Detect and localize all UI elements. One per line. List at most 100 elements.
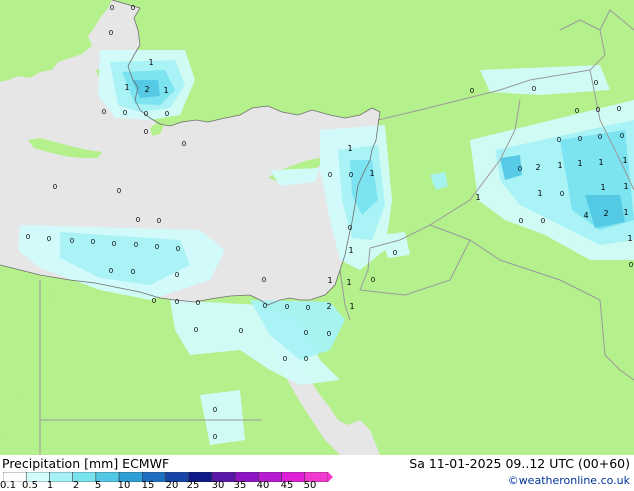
precip-value-label: 0 — [144, 110, 148, 118]
precip-value-label: 0 — [304, 329, 308, 337]
legend-tick-label: 50 — [303, 480, 317, 491]
legend-tick-label: 0.1 — [0, 480, 16, 491]
precip-value-label: 0 — [349, 171, 353, 179]
precip-value-label: 1 — [369, 169, 374, 178]
precip-value-label: 1 — [349, 302, 354, 311]
precipitation-map[interactable]: 1 2 1 1 1 1 1 1 1 2 1 2 1 1 1 1 1 1 1 1 2 1 4 1 0 0 0 0 0 0 0 0 0 0 0 0 0 0 0 0… — [0, 0, 634, 455]
map-canvas: 1 2 1 1 1 1 1 1 1 2 1 2 1 1 1 1 1 1 1 1 2 1 4 1 0 0 0 0 0 0 0 0 0 0 0 0 0 0 0 0… — [0, 0, 634, 455]
precip-value-label: 1 — [622, 156, 627, 165]
precip-value-label: 0 — [304, 355, 308, 363]
map-title: Precipitation [mm] ECMWF — [2, 456, 170, 471]
precip-value-label: 0 — [123, 109, 127, 117]
precip-value-label: 0 — [136, 216, 140, 224]
precip-value-label: 1 — [537, 189, 542, 198]
precip-value-label: 0 — [165, 110, 169, 118]
precip-value-label: 0 — [560, 190, 564, 198]
precip-value-label: 4 — [583, 211, 588, 220]
precip-value-label: 1 — [346, 278, 351, 287]
precip-value-label: 1 — [623, 182, 628, 191]
precip-value-label: 0 — [131, 4, 135, 12]
precip-value-label: 0 — [327, 330, 331, 338]
legend-overflow-arrow — [328, 472, 333, 482]
precip-value-label: 1 — [627, 234, 632, 243]
precip-value-label: 0 — [134, 241, 138, 249]
precip-value-label: 1 — [124, 83, 129, 92]
precip-value-label: 0 — [144, 128, 148, 136]
legend-tick-label: 25 — [186, 480, 200, 491]
precip-value-label: 0 — [213, 406, 217, 414]
precip-value-label: 0 — [306, 304, 310, 312]
legend-tick-label: 20 — [165, 480, 179, 491]
precip-value-label: 0 — [91, 238, 95, 246]
precip-value-label: 0 — [213, 433, 217, 441]
precip-value-label: 0 — [596, 106, 600, 114]
precip-value-label: 1 — [148, 58, 153, 67]
precip-value-label: 0 — [175, 298, 179, 306]
legend-tick-label: 5 — [94, 480, 102, 491]
precip-value-label: 0 — [532, 85, 536, 93]
precip-value-label: 0 — [112, 240, 116, 248]
precip-value-label: 0 — [239, 327, 243, 335]
precip-value-label: 0 — [53, 183, 57, 191]
precip-value-label: 1 — [347, 144, 352, 153]
precip-value-label: 1 — [348, 246, 353, 255]
precip-value-label: 0 — [176, 245, 180, 253]
precip-value-label: 0 — [557, 136, 561, 144]
credit-link[interactable]: ©weatheronline.co.uk — [508, 474, 630, 488]
precip-value-label: 0 — [155, 243, 159, 251]
precip-value-label: 0 — [26, 233, 30, 241]
precip-value-label: 0 — [470, 87, 474, 95]
precip-value-label: 0 — [620, 132, 624, 140]
precip-value-label: 0 — [196, 299, 200, 307]
precip-value-label: 0 — [262, 276, 266, 284]
legend-tick-label: 1 — [46, 480, 54, 491]
legend-tick-label: 35 — [233, 480, 247, 491]
legend-tick-label: 30 — [211, 480, 225, 491]
precip-value-label: 2 — [144, 85, 149, 94]
precip-value-label: 0 — [518, 165, 522, 173]
precip-value-label: 0 — [131, 268, 135, 276]
precip-value-label: 0 — [109, 267, 113, 275]
precip-value-label: 1 — [475, 193, 480, 202]
precip-value-label: 0 — [194, 326, 198, 334]
legend-tick-label: 0.5 — [22, 480, 38, 491]
precip-value-label: 2 — [326, 302, 331, 311]
precip-value-label: 1 — [577, 159, 582, 168]
precip-value-label: 0 — [575, 107, 579, 115]
precip-value-label: 2 — [603, 209, 608, 218]
forecast-timestamp: Sa 11-01-2025 09..12 UTC (00+60) — [409, 456, 630, 471]
precip-value-label: 0 — [152, 297, 156, 305]
legend-tick-label: 45 — [280, 480, 294, 491]
precip-value-label: 0 — [47, 235, 51, 243]
precip-value-label: 0 — [519, 217, 523, 225]
precip-value-label: 0 — [283, 355, 287, 363]
precip-value-label: 0 — [117, 187, 121, 195]
precip-value-label: 1 — [163, 86, 168, 95]
precip-value-label: 1 — [623, 208, 628, 217]
precip-value-label: 1 — [598, 158, 603, 167]
legend-tick-label: 40 — [256, 480, 270, 491]
precip-value-label: 1 — [600, 183, 605, 192]
precip-value-label: 2 — [535, 163, 540, 172]
precip-value-label: 0 — [541, 217, 545, 225]
precip-value-label: 0 — [598, 133, 602, 141]
precip-value-label: 0 — [629, 261, 633, 269]
precip-value-label: 0 — [263, 302, 267, 310]
precip-value-label: 0 — [371, 276, 375, 284]
precip-value-label: 0 — [285, 303, 289, 311]
precip-value-label: 0 — [578, 135, 582, 143]
precip-value-label: 0 — [157, 217, 161, 225]
precip-value-label: 0 — [70, 237, 74, 245]
legend-tick-label: 15 — [141, 480, 155, 491]
precip-value-label: 0 — [182, 140, 186, 148]
precip-value-label: 0 — [109, 29, 113, 37]
legend-tick-label: 10 — [117, 480, 131, 491]
precip-value-label: 0 — [348, 224, 352, 232]
precip-value-label: 0 — [175, 271, 179, 279]
legend-tick-label: 2 — [72, 480, 80, 491]
precip-value-label: 0 — [328, 171, 332, 179]
precip-value-label: 1 — [327, 276, 332, 285]
precip-value-label: 0 — [617, 105, 621, 113]
precip-value-label: 1 — [557, 161, 562, 170]
precip-value-label: 0 — [110, 4, 114, 12]
